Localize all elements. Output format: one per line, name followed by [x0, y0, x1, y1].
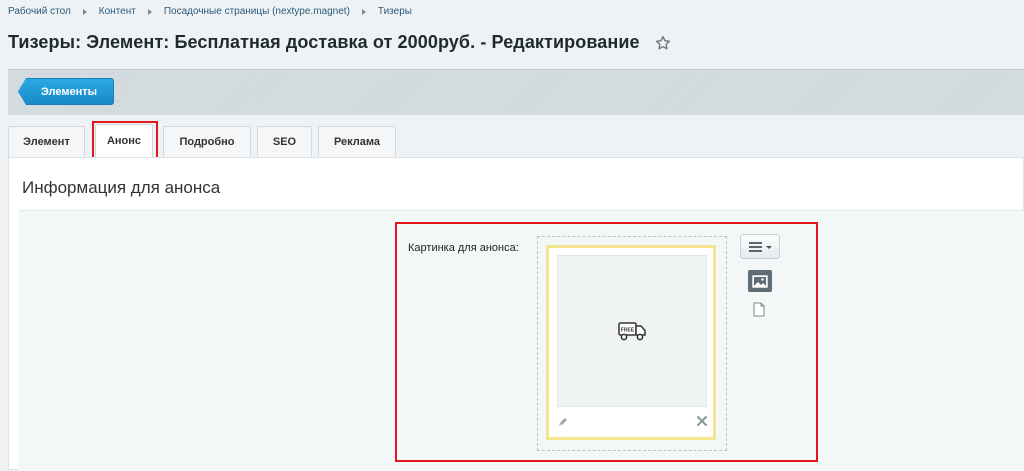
page-title-row: Тизеры: Элемент: Бесплатная доставка от …: [8, 32, 672, 53]
picture-options-menu-button[interactable]: [740, 234, 780, 259]
menu-lines-icon: [749, 241, 772, 252]
elements-button-label: Элементы: [41, 85, 98, 98]
tab-bar: Элемент Анонс Подробно SEO Реклама: [8, 121, 402, 164]
breadcrumb-desktop-link[interactable]: Рабочий стол: [8, 6, 71, 17]
file-icon[interactable]: [753, 302, 765, 317]
breadcrumb-separator-icon: [147, 8, 152, 15]
tab-label: Элемент: [23, 136, 70, 148]
tab-seo[interactable]: SEO: [257, 126, 312, 157]
svg-text:FREE: FREE: [621, 328, 635, 334]
close-icon[interactable]: [696, 415, 708, 427]
breadcrumb-content-link[interactable]: Контент: [99, 6, 136, 17]
tab-label: SEO: [272, 136, 297, 148]
elements-back-button[interactable]: Элементы: [18, 78, 115, 105]
toolbar: Элементы: [8, 69, 1024, 115]
page-title: Тизеры: Элемент: Бесплатная доставка от …: [8, 32, 640, 52]
tab-label: Реклама: [333, 136, 381, 148]
preview-picture-label: Картинка для анонса:: [408, 242, 519, 254]
free-delivery-truck-icon: FREE: [618, 322, 646, 341]
breadcrumb-separator-icon: [361, 8, 366, 15]
tab-advertising[interactable]: Реклама: [318, 126, 396, 157]
tab-announce[interactable]: Анонс: [92, 121, 158, 164]
breadcrumb-landing-pages-link[interactable]: Посадочные страницы (nextype.magnet): [164, 6, 350, 17]
pencil-icon[interactable]: [557, 416, 569, 428]
star-icon[interactable]: [654, 34, 672, 52]
tab-element[interactable]: Элемент: [8, 126, 85, 157]
tab-details[interactable]: Подробно: [163, 126, 251, 157]
tab-label: Подробно: [179, 136, 235, 148]
image-mode-button[interactable]: [748, 270, 772, 292]
breadcrumb-separator-icon: [82, 8, 87, 15]
breadcrumb: Рабочий стол Контент Посадочные страницы…: [8, 6, 412, 17]
image-icon: [752, 274, 768, 288]
section-title: Информация для анонса: [22, 178, 221, 197]
breadcrumb-teasers-link[interactable]: Тизеры: [378, 6, 412, 17]
